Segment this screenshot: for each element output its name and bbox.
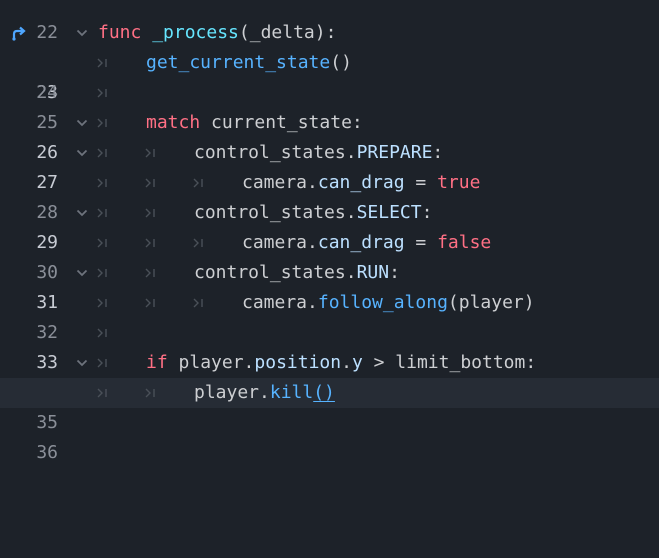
tab-indent-icon <box>143 198 157 228</box>
code-line[interactable]: 34 if player.position.y > limit_bottom: <box>0 348 659 403</box>
tab-indent-icon <box>95 288 109 318</box>
code-line[interactable]: 31 control_states.RUN: <box>0 258 659 313</box>
code-text: player.kill() <box>194 382 335 403</box>
code-line[interactable]: 23 func _process(_delta): <box>0 18 659 103</box>
code-text: func _process(_delta): <box>98 22 337 43</box>
code-line[interactable]: 25 <box>0 78 659 133</box>
tab-indent-icon <box>95 348 109 378</box>
tab-indent-icon <box>143 168 157 198</box>
chevron-down-icon[interactable] <box>74 348 90 378</box>
tab-indent-icon <box>191 228 205 258</box>
tab-indent-icon <box>95 138 109 168</box>
tab-indent-icon <box>143 258 157 288</box>
code-text: camera.can_drag = false <box>242 232 492 253</box>
tab-indent-icon <box>95 108 109 138</box>
chevron-down-icon[interactable] <box>74 138 90 168</box>
tab-indent-icon <box>143 228 157 258</box>
code-line[interactable]: 24 get_current_state() <box>0 48 659 103</box>
code-text: control_states.PREPARE: <box>194 142 444 163</box>
tab-indent-icon <box>95 378 109 408</box>
tab-indent-icon <box>191 288 205 318</box>
tab-indent-icon <box>143 378 157 408</box>
tab-indent-icon <box>95 318 109 348</box>
code-text: match current_state: <box>146 112 363 133</box>
tab-indent-icon <box>95 48 109 78</box>
tab-indent-icon <box>95 228 109 258</box>
chevron-down-icon[interactable] <box>74 258 90 288</box>
tab-indent-icon <box>95 78 109 108</box>
tab-indent-icon <box>143 138 157 168</box>
tab-indent-icon <box>143 288 157 318</box>
method-override-icon[interactable] <box>8 18 30 48</box>
tab-indent-icon <box>95 198 109 228</box>
code-line[interactable]: 27 control_states.PREPARE: <box>0 138 659 193</box>
code-line[interactable]: 36 <box>0 408 659 463</box>
tab-indent-icon <box>95 258 109 288</box>
code-text: get_current_state() <box>146 52 352 73</box>
code-line[interactable]: 28 camera.can_drag = true <box>0 168 659 223</box>
chevron-down-icon[interactable] <box>74 198 90 228</box>
chevron-down-icon[interactable] <box>74 108 90 138</box>
code-line[interactable]: 33 <box>0 318 659 373</box>
code-line[interactable]: 32 camera.follow_along(player) <box>0 288 659 343</box>
code-line-current[interactable]: 35 player.kill() <box>0 378 659 433</box>
chevron-down-icon[interactable] <box>74 18 90 48</box>
code-text: camera.follow_along(player) <box>242 292 535 313</box>
code-text: camera.can_drag = true <box>242 172 481 193</box>
code-editor[interactable]: 22 23 func _process(_delta): 24 get_curr… <box>0 0 659 463</box>
code-text: control_states.RUN: <box>194 262 400 283</box>
code-text: control_states.SELECT: <box>194 202 433 223</box>
tab-indent-icon <box>191 168 205 198</box>
code-line[interactable]: 22 <box>0 0 659 43</box>
tab-indent-icon <box>95 168 109 198</box>
line-number: 36 <box>36 442 58 463</box>
code-line[interactable]: 26 match current_state: <box>0 108 659 163</box>
code-text: if player.position.y > limit_bottom: <box>146 352 537 373</box>
code-line[interactable]: 30 camera.can_drag = false <box>0 228 659 283</box>
code-line[interactable]: 29 control_states.SELECT: <box>0 198 659 253</box>
